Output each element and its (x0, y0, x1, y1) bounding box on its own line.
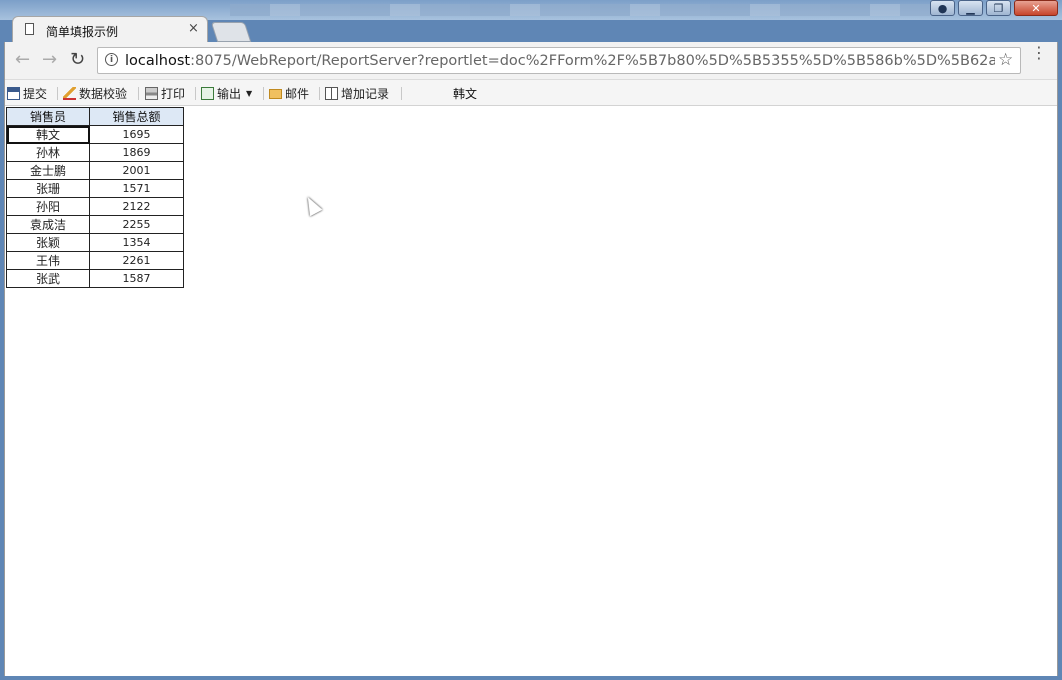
validate-icon (63, 87, 76, 100)
table-row: 韩文 1695 (6, 125, 184, 144)
sales-amount-cell[interactable]: 2255 (89, 215, 184, 234)
sales-amount-cell[interactable]: 1571 (89, 179, 184, 198)
email-label: 邮件 (285, 87, 310, 101)
email-button[interactable]: 邮件 (269, 85, 309, 102)
salesperson-cell[interactable]: 张武 (6, 269, 90, 288)
tab-bar: 简单填报示例 × (0, 12, 1062, 43)
tab-title: 简单填报示例 (46, 25, 119, 39)
submit-button[interactable]: 提交 (7, 85, 47, 102)
sales-amount-cell[interactable]: 2261 (89, 251, 184, 270)
salesperson-cell[interactable]: 王伟 (6, 251, 90, 270)
validate-button[interactable]: 数据校验 (63, 85, 127, 102)
reload-icon[interactable]: ↻ (70, 49, 85, 70)
toolbar-divider (195, 87, 196, 100)
url-host: localhost (125, 53, 191, 69)
forward-icon[interactable]: → (42, 49, 57, 70)
salesperson-cell[interactable]: 张珊 (6, 179, 90, 198)
export-button[interactable]: 输出 ▼ (201, 85, 252, 102)
sales-amount-cell[interactable]: 2001 (89, 161, 184, 180)
save-icon (7, 87, 20, 100)
print-button[interactable]: 打印 (145, 85, 185, 102)
address-bar-row: ← → ↻ i localhost:8075/WebReport/ReportS… (5, 42, 1057, 79)
table-row: 张武 1587 (6, 269, 184, 288)
add-record-icon (325, 87, 338, 100)
salesperson-cell[interactable]: 孙林 (6, 143, 90, 162)
url-text: localhost:8075/WebReport/ReportServer?re… (125, 53, 995, 69)
salesperson-cell[interactable]: 张颖 (6, 233, 90, 252)
add-record-label: 增加记录 (341, 87, 390, 101)
url-path: :8075/WebReport/ReportServer?reportlet=d… (190, 53, 995, 69)
new-tab-button[interactable] (210, 22, 252, 42)
tab-active[interactable]: 简单填报示例 × (12, 16, 208, 43)
salesperson-cell[interactable]: 孙阳 (6, 197, 90, 216)
toolbar-divider (263, 87, 264, 100)
toolbar-divider (401, 87, 402, 100)
table-row: 张颖 1354 (6, 233, 184, 252)
print-label: 打印 (161, 87, 186, 101)
table-row: 孙林 1869 (6, 143, 184, 162)
salesperson-cell[interactable]: 袁成洁 (6, 215, 90, 234)
mouse-cursor-icon (301, 193, 323, 217)
export-label: 输出 (217, 87, 242, 101)
table-row: 王伟 2261 (6, 251, 184, 270)
sales-amount-cell[interactable]: 1354 (89, 233, 184, 252)
table-row: 金士鹏 2001 (6, 161, 184, 180)
back-icon[interactable]: ← (15, 49, 30, 70)
header-total-sales: 销售总额 (89, 107, 184, 126)
validate-label: 数据校验 (79, 87, 128, 101)
browser-window: ← → ↻ i localhost:8075/WebReport/ReportS… (4, 42, 1058, 676)
submit-label: 提交 (23, 87, 48, 101)
table-row: 袁成洁 2255 (6, 215, 184, 234)
url-input[interactable]: i localhost:8075/WebReport/ReportServer?… (97, 47, 1021, 74)
export-icon (201, 87, 214, 100)
toolbar-divider (138, 87, 139, 100)
sales-table: 销售员 销售总额 韩文 1695 孙林 1869 金士鹏 2001 张珊 1571 孙阳 2122… (6, 107, 184, 288)
bookmark-star-icon[interactable]: ☆ (998, 50, 1013, 70)
info-icon[interactable]: i (105, 53, 118, 66)
table-row: 孙阳 2122 (6, 197, 184, 216)
table-header-row: 销售员 销售总额 (6, 107, 184, 126)
header-salesperson: 销售员 (6, 107, 90, 126)
sales-amount-cell[interactable]: 1695 (89, 125, 184, 144)
toolbar-divider (319, 87, 320, 100)
chevron-down-icon: ▼ (246, 89, 253, 98)
sales-amount-cell[interactable]: 1587 (89, 269, 184, 288)
printer-icon (145, 87, 158, 100)
sales-amount-cell[interactable]: 2122 (89, 197, 184, 216)
table-row: 张珊 1571 (6, 179, 184, 198)
salesperson-cell[interactable]: 韩文 (6, 125, 90, 144)
document-icon (25, 23, 34, 35)
browser-menu-icon[interactable]: ⋮ (1031, 45, 1047, 61)
report-content: 销售员 销售总额 韩文 1695 孙林 1869 金士鹏 2001 张珊 1571 孙阳 2122… (5, 106, 1057, 676)
current-user-label: 韩文 (453, 87, 478, 101)
add-record-button[interactable]: 增加记录 (325, 85, 389, 102)
toolbar-divider (57, 87, 58, 100)
tab-close-icon[interactable]: × (188, 21, 199, 36)
salesperson-cell[interactable]: 金士鹏 (6, 161, 90, 180)
sales-amount-cell[interactable]: 1869 (89, 143, 184, 162)
report-toolbar: 提交 数据校验 打印 输出 ▼ 邮件 增加记录 韩文 (5, 79, 1057, 106)
mail-icon (269, 88, 282, 99)
